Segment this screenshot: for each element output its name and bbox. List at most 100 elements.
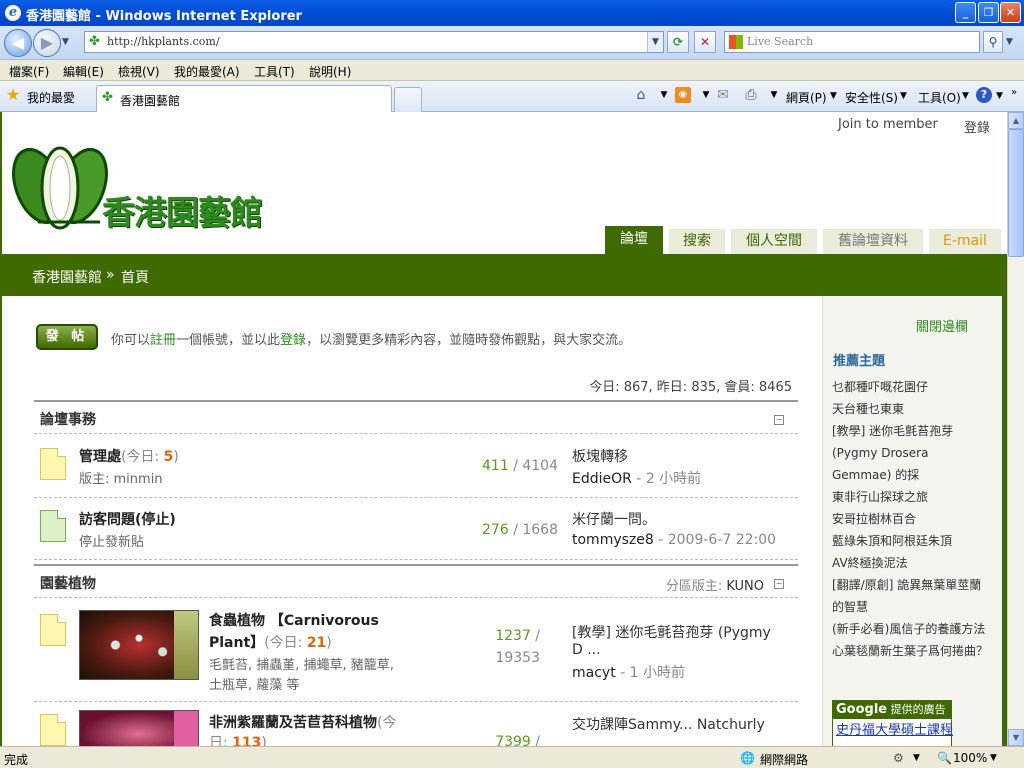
last-post-user[interactable]: tommysze8 [572, 532, 654, 548]
maximize-button[interactable]: ❐ [978, 2, 999, 23]
google-ad[interactable]: Google 提供的廣告 史丹福大學碩士課程 [832, 700, 953, 746]
search-options-icon[interactable]: ▼ [1006, 37, 1013, 47]
login-link[interactable]: 登錄 [964, 117, 990, 136]
forum-thumbnail-image[interactable] [79, 710, 199, 746]
mail-icon[interactable]: ✉ [715, 87, 731, 103]
last-post-title[interactable]: [教學] 迷你毛氈苔孢芽 (Pygmy [572, 622, 771, 642]
recommended-topic[interactable]: 天台種乜東東 [832, 398, 998, 420]
join-member-link[interactable]: Join to member [838, 117, 938, 132]
recommended-topic-cont[interactable]: Gemmae) 的採 [832, 464, 998, 486]
recommended-topic-cont[interactable]: 的智慧 [832, 596, 998, 618]
forum-name[interactable]: 非洲紫羅蘭及苦苣苔科植物 [209, 715, 377, 731]
scroll-thumb[interactable] [1008, 129, 1024, 257]
site-logo[interactable]: 香港園藝館 [8, 134, 308, 234]
breadcrumb-home[interactable]: 香港園藝館 [32, 267, 102, 287]
new-post-button[interactable]: 發 帖 [36, 324, 98, 350]
last-post-user[interactable]: EddieOR [572, 471, 632, 487]
collapse-icon[interactable]: − [774, 415, 784, 425]
moderator-name[interactable]: KUNO [726, 579, 764, 594]
section-title[interactable]: 論壇事務 [40, 409, 96, 429]
post-count-separator: / [530, 628, 540, 644]
forum-name-line2[interactable]: Plant】 [209, 635, 264, 651]
safety-menu[interactable]: 安全性(S) [845, 89, 898, 106]
back-button[interactable]: ◀ [4, 29, 32, 57]
home-icon[interactable]: ⌂ [633, 87, 649, 103]
address-field[interactable]: ✤ http://hkplants.com/ ▼ [84, 31, 664, 53]
print-dropdown-icon[interactable]: ▼ [766, 87, 782, 103]
recommended-topic[interactable]: 心葉毯蘭新生葉子爲何捲曲？ [832, 640, 998, 662]
scroll-up-icon[interactable]: ▲ [1008, 112, 1024, 129]
vertical-scrollbar[interactable]: ▲ ▼ [1007, 112, 1024, 746]
protected-mode-dropdown-icon[interactable]: ▼ [913, 753, 920, 763]
menu-tools[interactable]: 工具(T) [254, 63, 295, 80]
recommended-topic[interactable]: [教學] 迷你毛氈苔孢芽 [832, 420, 998, 442]
recommended-topic[interactable]: 乜都種吓嘅花園仔 [832, 376, 998, 398]
menu-edit[interactable]: 編輯(E) [63, 63, 104, 80]
forum-title[interactable]: 訪客問題(停止) [79, 509, 176, 529]
last-post-title[interactable]: 米仔蘭一問。 [572, 509, 656, 529]
help-icon[interactable]: ? [976, 87, 992, 103]
forum-description: 毛氈苔, 捕蟲堇, 捕蠅草, 豬籠草, [209, 658, 394, 673]
section-title[interactable]: 園藝植物 [40, 573, 96, 593]
recommended-topic[interactable]: 藍綠朱頂和阿根廷朱頂 [832, 530, 998, 552]
favorites-label[interactable]: 我的最愛 [27, 89, 75, 106]
menu-view[interactable]: 檢視(V) [118, 63, 160, 80]
tab-old-forum-data[interactable]: 舊論壇資料 [823, 229, 923, 254]
help-menu-arrow-icon[interactable]: ▼ [996, 91, 1003, 101]
address-dropdown-icon[interactable]: ▼ [647, 32, 663, 52]
recommended-topic-cont[interactable]: (Pygmy Drosera [832, 442, 998, 464]
new-tab-button[interactable] [394, 87, 422, 112]
refresh-button[interactable]: ⟳ [667, 31, 689, 53]
ad-link[interactable]: 史丹福大學碩士課程 [833, 719, 953, 738]
last-post-title[interactable]: 板塊轉移 [572, 446, 628, 466]
zoom-dropdown-icon[interactable]: ▼ [990, 753, 997, 763]
register-link[interactable]: 註冊 [150, 333, 176, 348]
close-button[interactable]: ✕ [1000, 2, 1021, 23]
close-sidebar-link[interactable]: 關閉邊欄 [916, 316, 968, 335]
favorites-star-icon[interactable]: ★ [6, 87, 20, 103]
forum-title[interactable]: 食蟲植物 【Carnivorous [209, 610, 379, 630]
zoom-level[interactable]: 100% [953, 751, 987, 765]
last-post-user[interactable]: macyt [572, 665, 616, 681]
home-dropdown-icon[interactable]: ▼ [656, 87, 672, 103]
print-icon[interactable]: ⎙ [743, 87, 759, 103]
menu-favorites[interactable]: 我的最愛(A) [174, 63, 240, 80]
minimize-button[interactable]: _ [955, 2, 976, 23]
tab-search[interactable]: 搜索 [669, 229, 725, 254]
recommended-topic[interactable]: 東非行山探球之旅 [832, 486, 998, 508]
collapse-icon[interactable]: − [774, 579, 784, 589]
today-end: ) [326, 635, 332, 651]
stop-button[interactable]: ✕ [694, 31, 716, 53]
recent-pages-dropdown-icon[interactable]: ▼ [62, 37, 69, 47]
protected-mode-icon[interactable]: ⚙ [893, 751, 904, 765]
zoom-icon[interactable]: 🔍 [937, 751, 952, 765]
page-menu[interactable]: 網頁(P) [786, 89, 827, 106]
last-post-title[interactable]: 交功課陣Sammy... Natchurly [572, 714, 765, 734]
forward-button[interactable]: ▶ [33, 29, 61, 57]
tab-forum[interactable]: 論壇 [605, 226, 663, 254]
menu-file[interactable]: 檔案(F) [9, 63, 49, 80]
recommended-topic[interactable]: (新手必看)風信子的養護方法 [832, 618, 998, 640]
tools-menu[interactable]: 工具(O) [918, 89, 961, 106]
recommended-topic[interactable]: AV終極換泥法 [832, 552, 998, 574]
forum-name[interactable]: 管理處 [79, 449, 121, 465]
recommended-topic[interactable]: [翻譯/原創] 詭異無葉單莖蘭 [832, 574, 998, 596]
address-url[interactable]: http://hkplants.com/ [107, 32, 220, 52]
forum-title[interactable]: 非洲紫羅蘭及苦苣苔科植物(今 [209, 712, 396, 732]
menu-help[interactable]: 說明(H) [309, 63, 351, 80]
rss-feed-icon[interactable]: ◉ [675, 87, 691, 103]
last-post-title-line2[interactable]: D ... [572, 642, 601, 658]
forum-title[interactable]: 管理處(今日: 5) [79, 446, 179, 466]
forum-title-line2[interactable]: Plant】(今日: 21) [209, 632, 332, 652]
tab-email[interactable]: E-mail [929, 229, 1001, 254]
intro-login-link[interactable]: 登錄 [280, 333, 306, 348]
search-button[interactable]: ⚲ [983, 31, 1003, 53]
tab-personal-space[interactable]: 個人空間 [731, 229, 817, 254]
search-input[interactable]: Live Search [724, 31, 980, 53]
toolbar-overflow-icon[interactable]: » [1011, 87, 1017, 98]
recommended-topic[interactable]: 安哥拉樹林百合 [832, 508, 998, 530]
browser-tab[interactable]: ✤ 香港園藝館 [96, 85, 392, 112]
forum-thumbnail-image[interactable] [79, 610, 199, 680]
scroll-down-icon[interactable]: ▼ [1008, 729, 1024, 746]
feed-dropdown-icon[interactable]: ▼ [698, 87, 714, 103]
